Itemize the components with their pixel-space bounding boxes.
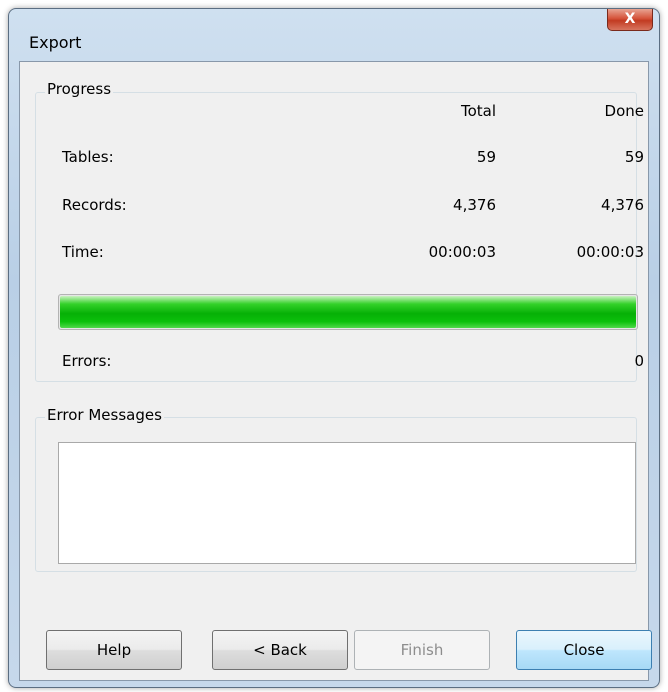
records-done: 4,376 — [601, 196, 644, 214]
time-done: 00:00:03 — [576, 243, 644, 261]
progress-group-label: Progress — [45, 80, 114, 98]
error-messages-label: Error Messages — [45, 406, 164, 424]
progress-group — [35, 92, 637, 382]
tables-label: Tables: — [62, 148, 114, 166]
errors-count: 0 — [634, 352, 644, 370]
help-button[interactable]: Help — [46, 630, 182, 670]
done-column-header: Done — [604, 102, 644, 120]
close-button[interactable]: Close — [516, 630, 652, 670]
tables-total: 59 — [476, 148, 496, 166]
errors-label: Errors: — [62, 352, 112, 370]
back-button[interactable]: < Back — [212, 630, 348, 670]
dialog-client-area: Progress Total Done Tables: 59 59 Record… — [19, 61, 652, 681]
progress-bar-fill — [60, 296, 636, 328]
time-label: Time: — [62, 243, 104, 261]
time-total: 00:00:03 — [428, 243, 496, 261]
tables-done: 59 — [624, 148, 644, 166]
dialog-frame: Export X Progress Total Done Tables: 59 … — [8, 8, 660, 688]
window-close-icon[interactable]: X — [607, 9, 653, 31]
error-messages-box[interactable] — [58, 442, 636, 564]
finish-button[interactable]: Finish — [354, 630, 490, 670]
records-total: 4,376 — [453, 196, 496, 214]
title-bar[interactable]: Export X — [9, 9, 659, 69]
window-title: Export — [29, 33, 82, 52]
records-label: Records: — [62, 196, 127, 214]
progress-bar — [58, 294, 638, 330]
total-column-header: Total — [460, 102, 496, 120]
